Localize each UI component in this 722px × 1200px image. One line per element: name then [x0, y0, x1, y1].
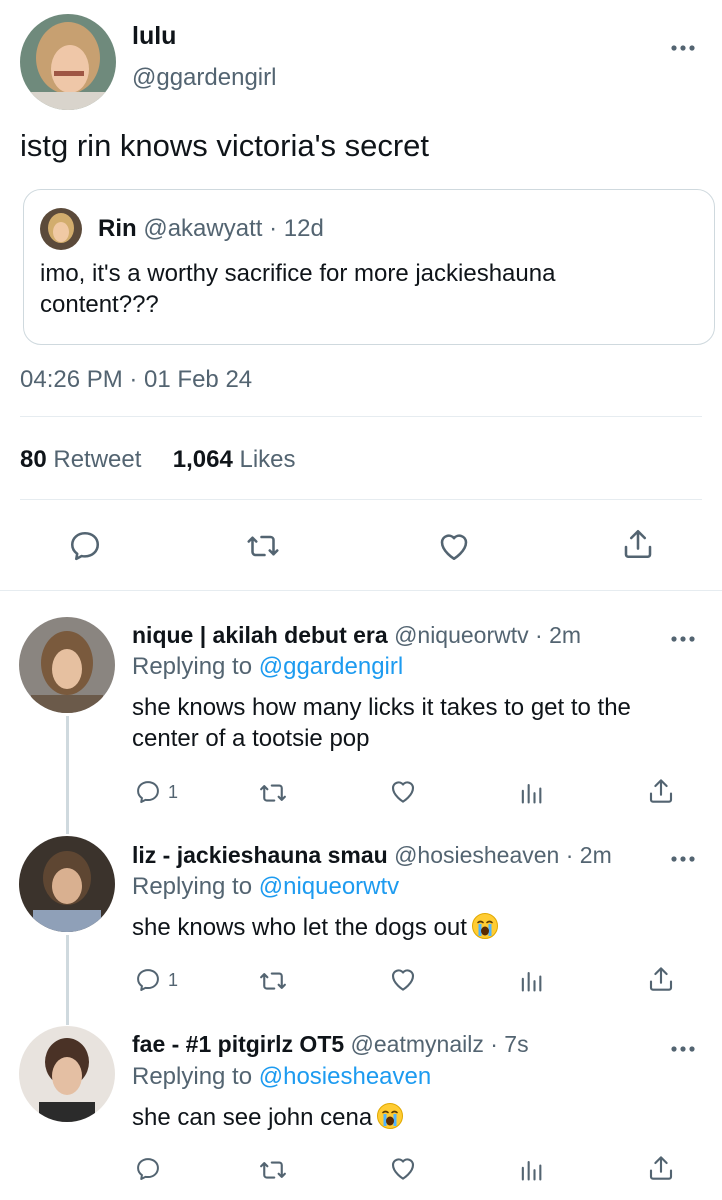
retweet-count[interactable]: 80	[20, 446, 47, 473]
views-icon[interactable]	[517, 778, 545, 806]
reply-time: · 7s	[490, 1031, 529, 1057]
views-icon[interactable]	[517, 1155, 545, 1183]
quoted-avatar[interactable]	[40, 208, 82, 250]
reply-header: fae - #1 pitgirlz OT5 @eatmynailz · 7s	[132, 1031, 529, 1058]
reply-author-handle[interactable]: @eatmynailz	[351, 1031, 484, 1057]
share-icon[interactable]	[646, 1153, 676, 1183]
views-icon[interactable]	[517, 966, 545, 994]
reply-text: she knows who let the dogs out	[132, 914, 467, 941]
author-handle[interactable]: @ggardengirl	[132, 64, 276, 92]
quoted-author-name[interactable]: Rin	[98, 215, 137, 242]
replying-to-label: Replying to	[132, 653, 253, 680]
reply-icon[interactable]	[134, 778, 162, 806]
reply-author-handle[interactable]: @niqueorwtv	[394, 622, 529, 648]
replying-to: Replying to @ggardengirl	[132, 653, 403, 681]
replying-to-label: Replying to	[132, 873, 253, 900]
replying-to-handle[interactable]: @ggardengirl	[259, 653, 403, 680]
divider	[0, 590, 722, 591]
loudly-crying-face-icon	[471, 912, 499, 940]
timestamp[interactable]: 04:26 PM · 01 Feb 24	[20, 366, 252, 394]
reply-count: 1	[168, 782, 179, 802]
thread-line	[66, 935, 69, 1025]
reply-body: she can see john cena	[132, 1102, 692, 1133]
reply-author-name[interactable]: nique | akilah debut era	[132, 622, 388, 648]
retweet-icon[interactable]	[245, 528, 281, 564]
share-icon[interactable]	[646, 964, 676, 994]
avatar[interactable]	[19, 1026, 115, 1122]
avatar[interactable]	[19, 836, 115, 932]
like-count[interactable]: 1,064	[173, 446, 233, 473]
reply-text: she can see john cena	[132, 1104, 373, 1131]
reply-text: she knows how many licks it takes to get…	[132, 694, 631, 752]
retweet-icon[interactable]	[258, 778, 288, 808]
more-horizontal-icon[interactable]	[670, 850, 696, 868]
reply-time: · 2m	[535, 622, 582, 648]
replying-to-handle[interactable]: @niqueorwtv	[259, 873, 399, 900]
quoted-time: · 12d	[269, 215, 324, 242]
reply-header: liz - jackieshauna smau @hosiesheaven · …	[132, 842, 612, 869]
reply-icon[interactable]	[134, 966, 162, 994]
more-horizontal-icon[interactable]	[670, 32, 696, 58]
reply-time: · 2m	[565, 842, 612, 868]
heart-icon[interactable]	[436, 528, 472, 564]
reply-author-name[interactable]: fae - #1 pitgirlz OT5	[132, 1031, 344, 1057]
more-horizontal-icon[interactable]	[670, 1040, 696, 1058]
reply-count: 1	[168, 970, 179, 990]
quoted-header: Rin @akawyatt · 12d	[98, 215, 324, 243]
replying-to-label: Replying to	[132, 1063, 253, 1090]
loudly-crying-face-icon	[376, 1102, 404, 1130]
tweet-text: istg rin knows victoria's secret	[20, 128, 430, 163]
share-icon[interactable]	[620, 526, 656, 562]
retweet-icon[interactable]	[258, 1155, 288, 1185]
share-icon[interactable]	[646, 776, 676, 806]
avatar-photo	[20, 14, 116, 110]
thread-line	[66, 716, 69, 834]
author-name[interactable]: lulu	[132, 22, 176, 51]
quoted-text: imo, it's a worthy sacrifice for more ja…	[40, 260, 556, 318]
reply-author-name[interactable]: liz - jackieshauna smau	[132, 842, 388, 868]
reply-body: she knows who let the dogs out	[132, 912, 692, 943]
engagement-stats: 80 Retweet 1,064 Likes	[20, 446, 296, 474]
retweet-label[interactable]: Retweet	[53, 446, 141, 473]
replying-to: Replying to @niqueorwtv	[132, 873, 399, 901]
reply-icon[interactable]	[67, 528, 103, 564]
heart-icon[interactable]	[388, 776, 418, 806]
heart-icon[interactable]	[388, 964, 418, 994]
reply-header: nique | akilah debut era @niqueorwtv · 2…	[132, 622, 581, 649]
reply-icon[interactable]	[134, 1155, 162, 1183]
avatar[interactable]	[20, 14, 116, 110]
divider	[20, 416, 702, 417]
replying-to: Replying to @hosiesheaven	[132, 1063, 431, 1091]
heart-icon[interactable]	[388, 1153, 418, 1183]
retweet-icon[interactable]	[258, 966, 288, 996]
avatar[interactable]	[19, 617, 115, 713]
divider	[20, 499, 702, 500]
like-label[interactable]: Likes	[240, 446, 296, 473]
replying-to-handle[interactable]: @hosiesheaven	[259, 1063, 431, 1090]
quoted-author-handle[interactable]: @akawyatt	[143, 215, 262, 242]
reply-author-handle[interactable]: @hosiesheaven	[394, 842, 559, 868]
more-horizontal-icon[interactable]	[670, 630, 696, 648]
